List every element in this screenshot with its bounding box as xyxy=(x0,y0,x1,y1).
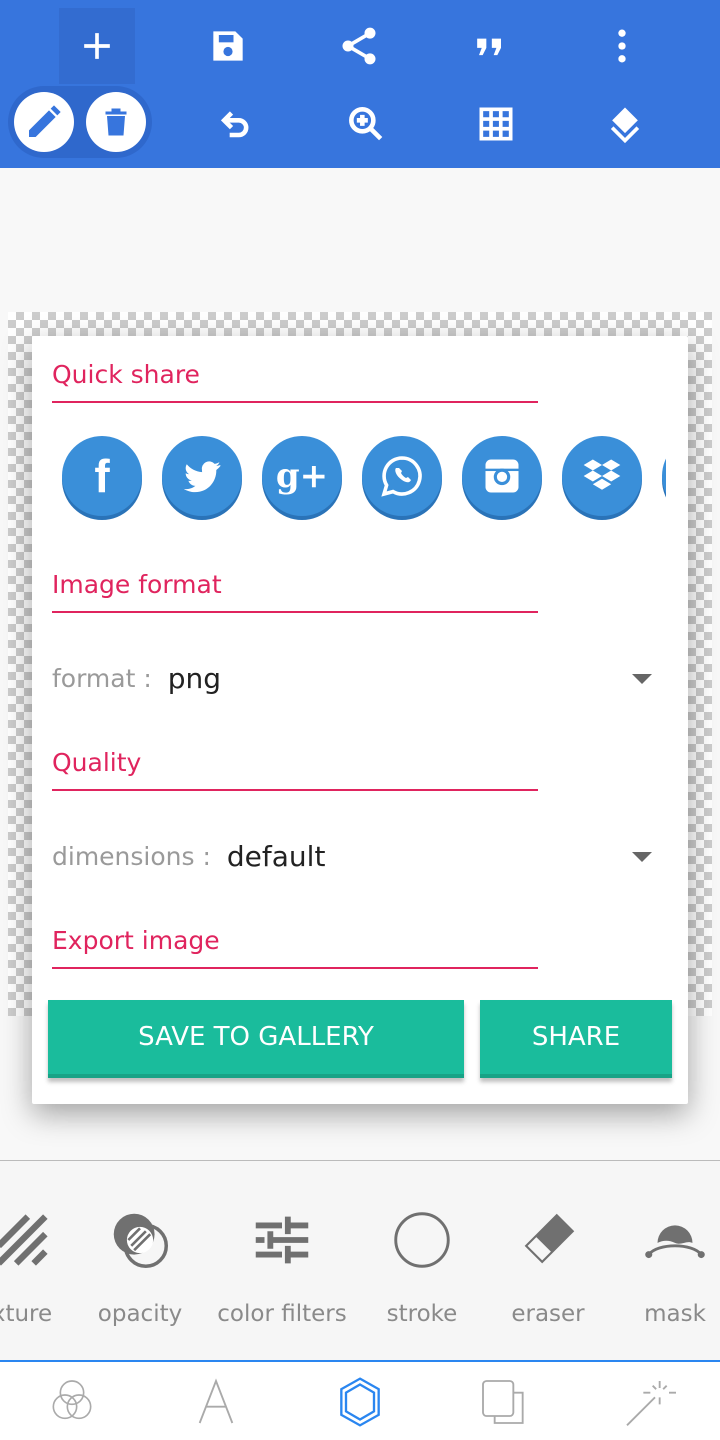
tool-label: xture xyxy=(0,1301,53,1327)
pencil-icon xyxy=(29,105,61,137)
share-icon xyxy=(342,27,376,65)
dropdown-arrow-icon xyxy=(632,673,652,684)
google-plus-icon: g+ xyxy=(275,456,329,496)
facebook-icon: f xyxy=(94,450,110,502)
grid-button[interactable] xyxy=(458,86,534,162)
zoom-in-icon xyxy=(349,107,383,141)
share-button[interactable] xyxy=(321,8,397,84)
quality-heading: Quality xyxy=(52,748,538,791)
shape-icon[interactable] xyxy=(332,1374,388,1430)
eraser-icon xyxy=(524,1213,575,1264)
dropdown-arrow-icon xyxy=(632,851,652,862)
format-label: format : xyxy=(52,664,152,693)
blend-icon[interactable] xyxy=(44,1374,100,1430)
tool-stroke[interactable]: stroke xyxy=(352,1205,492,1327)
sliders-icon xyxy=(255,1216,309,1264)
undo-icon xyxy=(220,111,249,138)
trash-icon xyxy=(105,108,127,136)
texture-icon xyxy=(0,1214,48,1266)
tool-opacity[interactable]: opacity xyxy=(70,1205,210,1327)
google-plus-share-button[interactable]: g+ xyxy=(262,436,342,516)
quote-icon xyxy=(477,38,501,56)
bottom-navigation xyxy=(0,1360,720,1440)
tool-label: stroke xyxy=(386,1301,458,1327)
twitter-share-button[interactable] xyxy=(162,436,242,516)
whatsapp-share-button[interactable] xyxy=(362,436,442,516)
more-button[interactable] xyxy=(584,8,660,84)
quote-button[interactable] xyxy=(452,8,528,84)
share-button[interactable]: SHARE xyxy=(480,1000,672,1078)
instagram-share-button[interactable] xyxy=(462,436,542,516)
undo-button[interactable] xyxy=(199,86,275,162)
text-icon[interactable] xyxy=(188,1374,244,1430)
dimensions-label: dimensions : xyxy=(52,842,211,871)
opacity-icon xyxy=(113,1213,168,1268)
format-dropdown[interactable]: format : png xyxy=(52,662,652,695)
top-toolbar xyxy=(0,0,720,168)
save-icon xyxy=(213,31,243,61)
dimensions-value: default xyxy=(226,840,326,873)
pencil-button[interactable] xyxy=(14,92,74,152)
add-button[interactable] xyxy=(59,8,135,84)
instagram-icon xyxy=(485,459,519,493)
tool-label: mask xyxy=(644,1301,706,1327)
duplicate-icon[interactable] xyxy=(476,1374,532,1430)
delete-button[interactable] xyxy=(86,92,146,152)
export-image-heading: Export image xyxy=(52,926,538,969)
more-share-button[interactable] xyxy=(662,436,666,516)
tool-label: eraser xyxy=(511,1301,585,1327)
save-button[interactable] xyxy=(190,8,266,84)
save-to-gallery-button[interactable]: SAVE TO GALLERY xyxy=(48,1000,464,1078)
dropbox-share-button[interactable] xyxy=(562,436,642,516)
zoom-in-button[interactable] xyxy=(328,86,404,162)
export-dialog: Quick share f g+ Image format format : p… xyxy=(32,336,688,1104)
tool-label: opacity xyxy=(97,1301,183,1327)
image-format-heading: Image format xyxy=(52,570,538,613)
magic-wand-icon[interactable] xyxy=(620,1374,676,1430)
layers-button[interactable] xyxy=(587,86,663,162)
twitter-icon xyxy=(183,461,221,493)
tool-strip[interactable]: xture opacity color filters stroke erase… xyxy=(0,1160,720,1360)
dropbox-icon xyxy=(583,459,621,490)
layers-icon xyxy=(610,107,640,144)
tool-eraser[interactable]: eraser xyxy=(478,1205,618,1327)
tool-label: color filters xyxy=(217,1301,347,1327)
grid-icon xyxy=(479,107,513,141)
add-icon xyxy=(84,33,110,59)
tool-color-filters[interactable]: color filters xyxy=(212,1205,352,1327)
facebook-share-button[interactable]: f xyxy=(62,436,142,516)
stroke-circle-icon xyxy=(394,1212,450,1268)
mask-icon xyxy=(645,1225,705,1259)
more-vert-icon xyxy=(618,29,626,63)
quick-share-heading: Quick share xyxy=(52,360,538,403)
whatsapp-icon xyxy=(381,456,422,497)
dimensions-dropdown[interactable]: dimensions : default xyxy=(52,840,652,873)
social-share-row[interactable]: f g+ xyxy=(32,436,666,520)
tool-mask[interactable]: mask xyxy=(605,1205,720,1327)
format-value: png xyxy=(167,662,222,695)
